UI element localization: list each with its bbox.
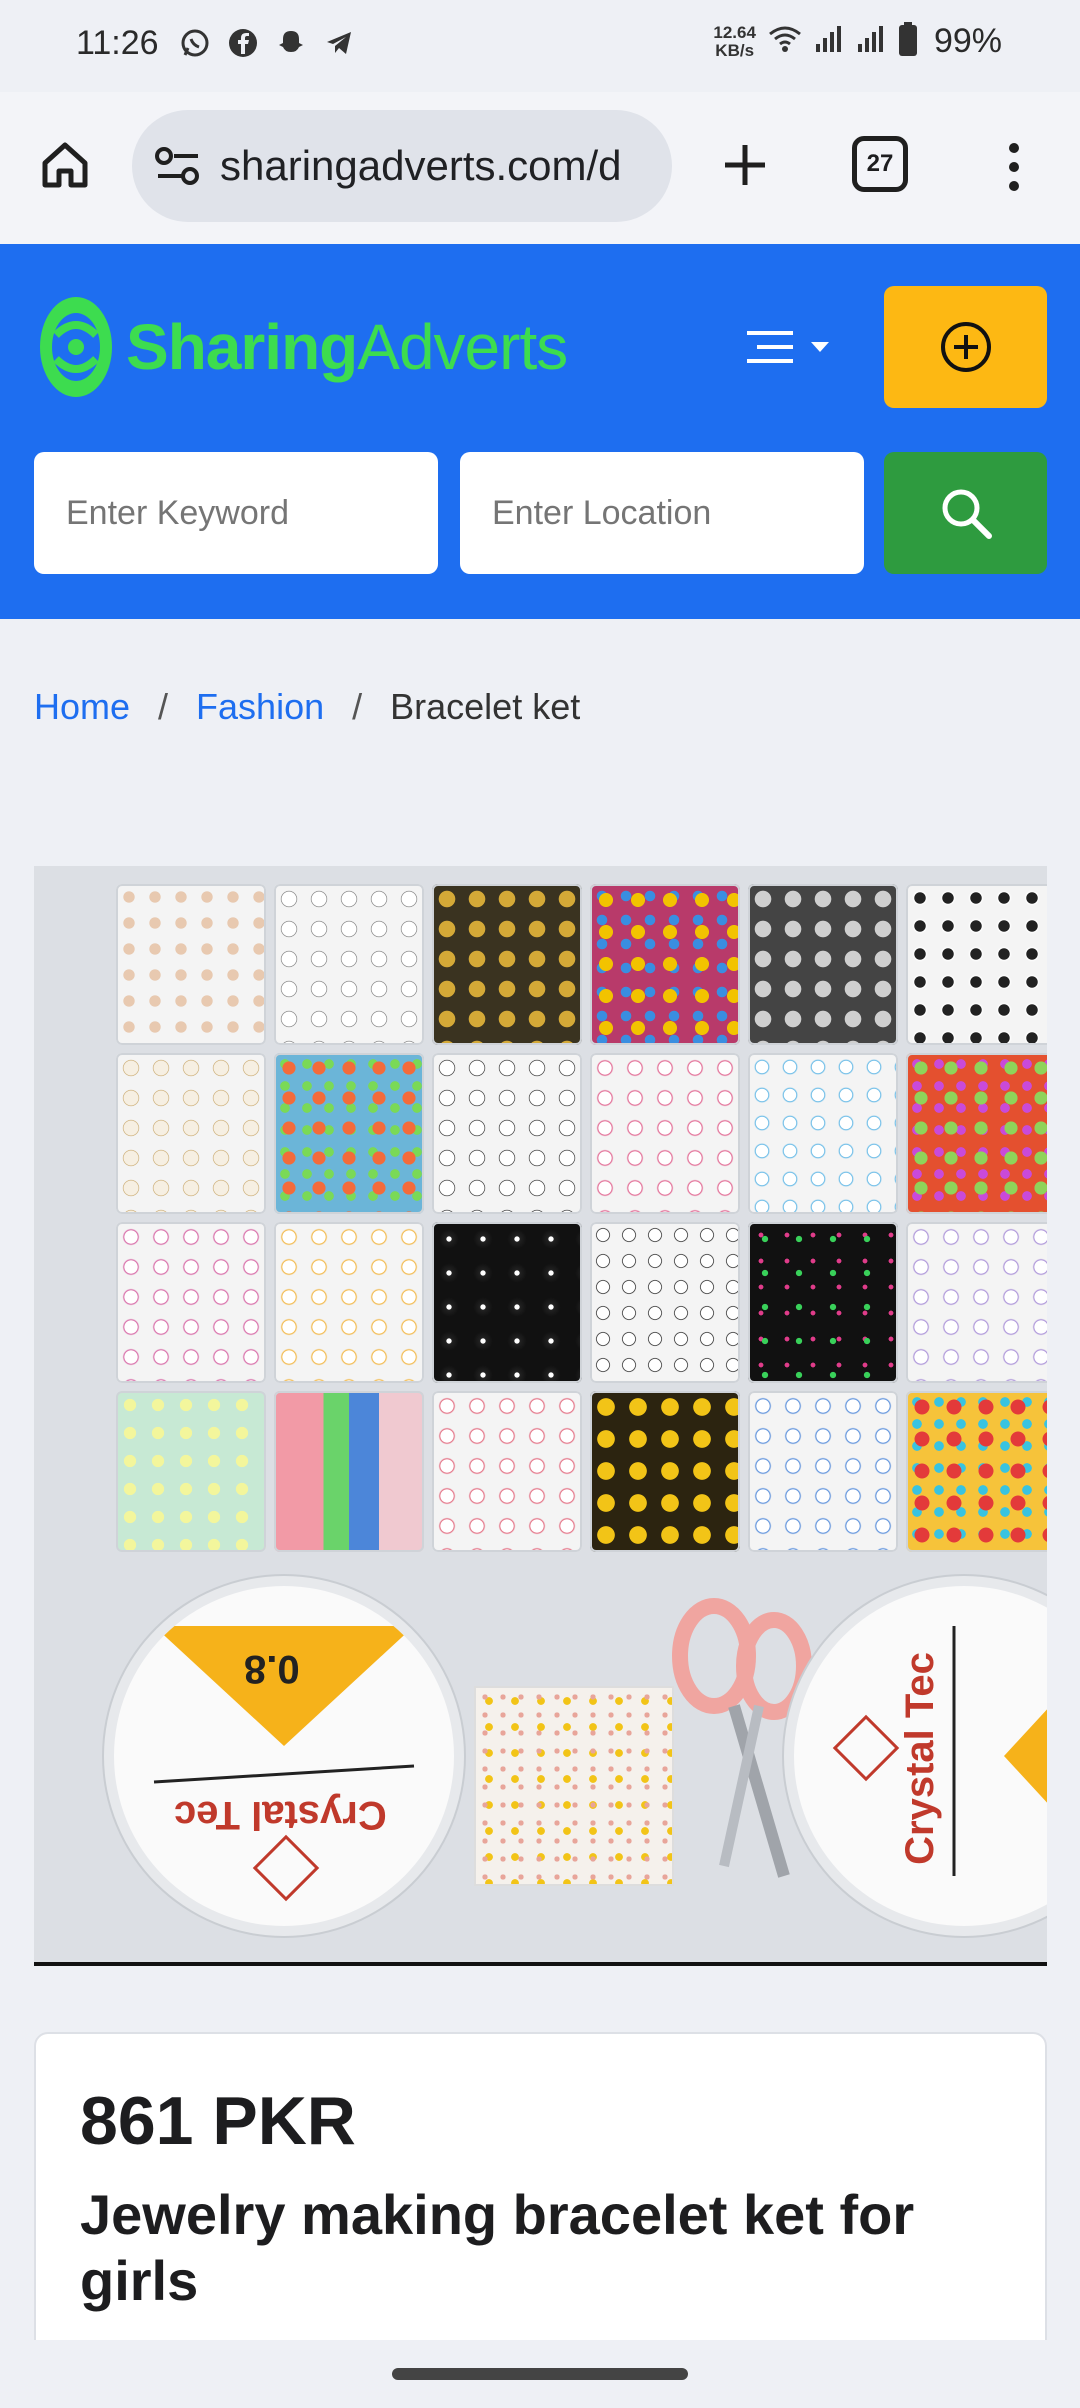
status-right: 12.64 KB/s 99% [713,22,1002,61]
bead-compartment [906,884,1047,1045]
gesture-handle[interactable] [392,2368,688,2380]
breadcrumb-separator: / [158,686,169,727]
spool-label-graphic [153,1626,415,1902]
url-text[interactable]: sharingadverts.com/d [220,142,660,190]
wifi-icon [768,25,802,58]
breadcrumb-category[interactable]: Fashion [196,686,324,728]
browser-menu-button[interactable] [994,132,1034,202]
more-icon-dot [1009,162,1019,172]
elastic-spool-right: Crystal Tec 0.8 [794,1586,1047,1926]
bead-organizer-grid [116,884,1047,1552]
location-input[interactable] [460,452,864,574]
bead-compartment [274,1222,424,1383]
bead-compartment [906,1222,1047,1383]
menu-icon [747,331,793,363]
network-speed-unit: KB/s [715,40,755,60]
address-bar[interactable]: sharingadverts.com/d [132,110,672,222]
package-thumbnail [474,1686,674,1886]
spool-brand-text: Crystal Tec [897,1652,942,1865]
search-icon [942,489,992,539]
browser-toolbar: sharingadverts.com/d 27 [0,92,1080,244]
site-settings-icon[interactable] [154,144,202,188]
bead-compartment [274,1391,424,1552]
caret-down-icon [811,342,829,352]
site-header: SharingAdverts [0,244,1080,619]
bead-compartment [590,1222,740,1383]
bead-compartment [274,884,424,1045]
network-speed: 12.64 KB/s [713,22,756,60]
new-tab-button[interactable] [710,130,780,200]
bead-compartment [432,1391,582,1552]
bead-compartment [274,1053,424,1214]
product-title: Jewelry making bracelet ket for girls [80,2183,915,2312]
bead-compartment [116,884,266,1045]
bead-compartment [906,1053,1047,1214]
logo-icon [40,297,112,397]
whatsapp-icon [178,26,212,60]
network-speed-value: 12.64 [713,22,756,42]
plus-circle-icon [940,322,991,372]
more-icon-dot [1009,181,1019,191]
bead-compartment [748,1222,898,1383]
logo-text-part1: Sharing [126,311,358,383]
spool-brand-text: Crystal Tec [174,1793,387,1837]
bead-compartment [590,1053,740,1214]
bead-compartment [748,1053,898,1214]
bead-compartment [116,1222,266,1383]
status-time: 11:26 [76,24,159,62]
signal-icon [814,24,844,59]
bead-compartment [116,1053,266,1214]
notification-icons [178,26,356,60]
product-image[interactable]: 0.8 Crystal Tec Crystal Tec 0.8 [34,866,1047,1966]
search-button[interactable] [884,452,1047,574]
logo-text: SharingAdverts [126,310,568,384]
tray-bottom: 0.8 Crystal Tec Crystal Tec 0.8 [74,1556,1047,1956]
bead-compartment [906,1391,1047,1552]
breadcrumb-current: Bracelet ket [390,686,581,727]
bead-compartment [590,884,740,1045]
bead-compartment [432,1053,582,1214]
breadcrumb-separator: / [352,686,363,727]
navigation-gesture-area [0,2340,1080,2408]
more-icon [1009,143,1019,153]
browser-home-button[interactable] [30,130,100,200]
bead-compartment [432,884,582,1045]
battery-percent: 99% [933,22,1002,60]
tab-switcher-button[interactable]: 27 [852,136,908,192]
bead-compartment [748,884,898,1045]
nav-menu-toggle[interactable] [745,322,845,372]
snapchat-icon [274,26,308,60]
bead-compartment [432,1222,582,1383]
spool-size-text: 0.8 [244,1647,300,1691]
bead-compartment [116,1391,266,1552]
post-ad-button[interactable] [884,286,1047,408]
telegram-icon [322,26,356,60]
signal-icon [856,24,886,59]
status-bar: 11:26 12.64 KB/s 99% [0,0,1080,92]
bead-compartment [590,1391,740,1552]
site-logo[interactable]: SharingAdverts [36,292,568,402]
logo-text-part2: Adverts [357,311,568,383]
facebook-icon [226,26,260,60]
breadcrumb: Home / Fashion / Bracelet ket [34,686,580,728]
keyword-input[interactable] [34,452,438,574]
elastic-spool-left: 0.8 Crystal Tec [114,1586,454,1926]
bead-compartment [748,1391,898,1552]
battery-icon [898,22,918,61]
plus-icon [725,145,765,185]
home-icon [42,142,88,188]
product-price: 861 PKR [80,2083,356,2159]
breadcrumb-home[interactable]: Home [34,686,130,728]
